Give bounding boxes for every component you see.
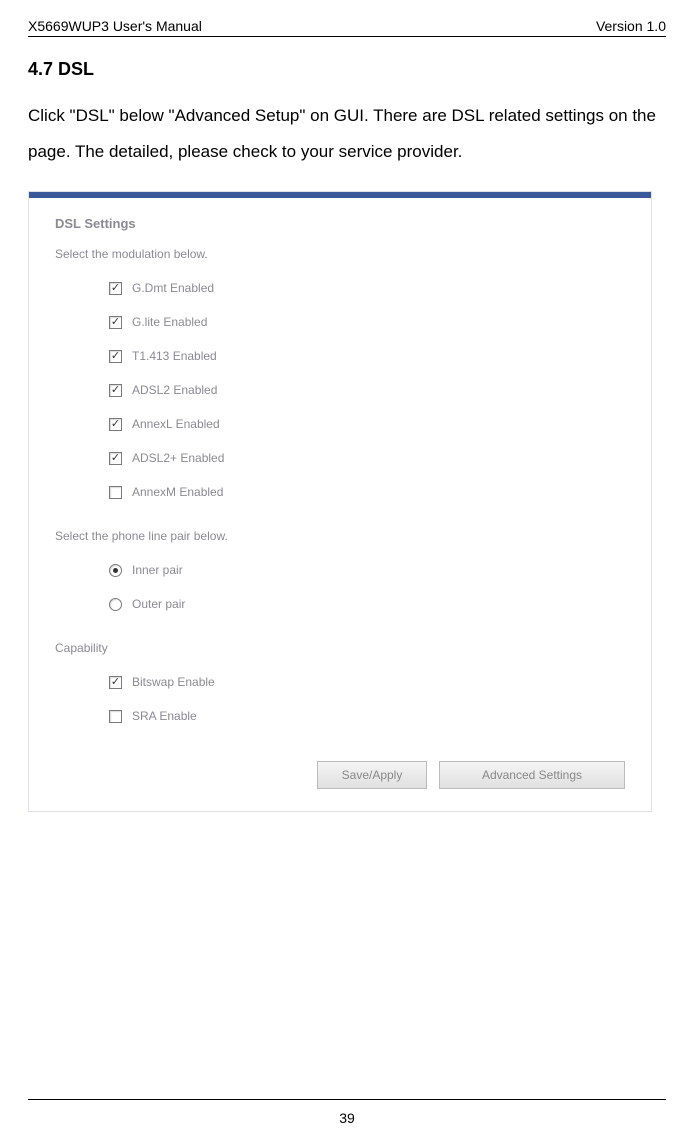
checkbox-icon[interactable] — [109, 452, 122, 465]
save-apply-button[interactable]: Save/Apply — [317, 761, 427, 789]
page-header: X5669WUP3 User's Manual Version 1.0 — [28, 18, 666, 37]
body-paragraph: Click "DSL" below "Advanced Setup" on GU… — [28, 98, 666, 169]
modulation-label: Select the modulation below. — [55, 247, 625, 261]
modulation-option[interactable]: G.Dmt Enabled — [109, 271, 625, 305]
option-label: Inner pair — [132, 563, 183, 577]
option-label: ADSL2 Enabled — [132, 383, 217, 397]
modulation-option[interactable]: ADSL2+ Enabled — [109, 441, 625, 475]
option-label: AnnexL Enabled — [132, 417, 220, 431]
capability-label: Capability — [55, 641, 625, 655]
checkbox-icon[interactable] — [109, 384, 122, 397]
option-label: G.Dmt Enabled — [132, 281, 214, 295]
option-label: SRA Enable — [132, 709, 197, 723]
option-label: G.lite Enabled — [132, 315, 207, 329]
radio-icon[interactable] — [109, 598, 122, 611]
advanced-settings-button[interactable]: Advanced Settings — [439, 761, 625, 789]
option-label: T1.413 Enabled — [132, 349, 217, 363]
section-title: 4.7 DSL — [28, 59, 666, 80]
header-left: X5669WUP3 User's Manual — [28, 18, 202, 34]
option-label: Bitswap Enable — [132, 675, 215, 689]
option-label: AnnexM Enabled — [132, 485, 223, 499]
phone-pair-option[interactable]: Inner pair — [109, 553, 625, 587]
modulation-option[interactable]: AnnexM Enabled — [109, 475, 625, 509]
checkbox-icon[interactable] — [109, 316, 122, 329]
checkbox-icon[interactable] — [109, 486, 122, 499]
panel-heading: DSL Settings — [55, 216, 625, 231]
phone-pair-label: Select the phone line pair below. — [55, 529, 625, 543]
button-row: Save/Apply Advanced Settings — [55, 761, 625, 789]
page-number: 39 — [339, 1110, 355, 1126]
checkbox-icon[interactable] — [109, 676, 122, 689]
checkbox-icon[interactable] — [109, 418, 122, 431]
option-label: ADSL2+ Enabled — [132, 451, 224, 465]
modulation-option[interactable]: T1.413 Enabled — [109, 339, 625, 373]
modulation-option[interactable]: G.lite Enabled — [109, 305, 625, 339]
modulation-option[interactable]: AnnexL Enabled — [109, 407, 625, 441]
capability-option[interactable]: Bitswap Enable — [109, 665, 625, 699]
checkbox-icon[interactable] — [109, 282, 122, 295]
page-footer: 39 — [28, 1099, 666, 1126]
capability-option[interactable]: SRA Enable — [109, 699, 625, 733]
option-label: Outer pair — [132, 597, 185, 611]
header-right: Version 1.0 — [596, 18, 666, 34]
modulation-option[interactable]: ADSL2 Enabled — [109, 373, 625, 407]
checkbox-icon[interactable] — [109, 350, 122, 363]
dsl-settings-panel: DSL Settings Select the modulation below… — [28, 191, 652, 812]
checkbox-icon[interactable] — [109, 710, 122, 723]
radio-icon[interactable] — [109, 564, 122, 577]
phone-pair-option[interactable]: Outer pair — [109, 587, 625, 621]
